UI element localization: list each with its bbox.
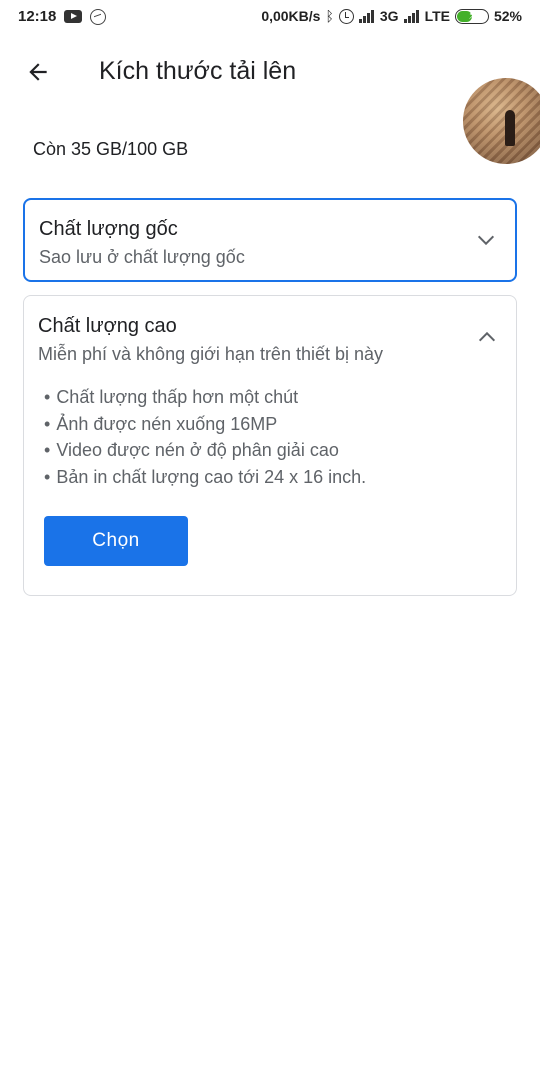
battery-percent: 52% (493, 8, 522, 24)
option-original-quality[interactable]: Chất lượng gốc Sao lưu ở chất lượng gốc (23, 198, 517, 282)
back-button[interactable] (20, 54, 56, 90)
alarm-icon (338, 8, 354, 24)
chevron-down-icon[interactable] (475, 229, 497, 251)
network-lte: LTE (424, 8, 450, 24)
avatar[interactable] (463, 78, 540, 164)
page-title: Kích thước tải lên (99, 57, 297, 85)
feature-item: Ảnh được nén xuống 16MP (44, 411, 366, 438)
option-subtitle: Sao lưu ở chất lượng gốc (39, 247, 245, 267)
charging-icon: ⚡ (467, 8, 477, 22)
youtube-icon (64, 10, 83, 23)
option-high-quality[interactable]: Chất lượng cao Miễn phí và không giới hạ… (23, 295, 517, 596)
arrow-back-icon (29, 63, 47, 81)
status-bar: 12:18 0,00KB/s ᛒ 3G LTE ⚡ 52% (0, 0, 540, 34)
option-title: Chất lượng gốc (39, 218, 178, 240)
network-3g: 3G (379, 8, 399, 24)
feature-item: Chất lượng thấp hơn một chút (44, 384, 366, 411)
signal-icon (358, 9, 375, 23)
select-button[interactable]: Chọn (44, 516, 188, 566)
bluetooth-icon: ᛒ (325, 8, 334, 24)
option-title: Chất lượng cao (38, 315, 177, 337)
storage-remaining: Còn 35 GB/100 GB (33, 139, 189, 159)
status-left: 12:18 (18, 8, 107, 25)
network-speed: 0,00KB/s (261, 8, 321, 24)
status-time: 12:18 (18, 8, 57, 25)
chevron-up-icon[interactable] (476, 326, 498, 348)
signal-icon (403, 9, 420, 23)
battery-icon: ⚡ (454, 8, 489, 24)
status-right: 0,00KB/s ᛒ 3G LTE ⚡ 52% (261, 8, 522, 24)
option-subtitle: Miễn phí và không giới hạn trên thiết bị… (38, 344, 384, 364)
feature-list: Chất lượng thấp hơn một chút Ảnh được né… (44, 384, 366, 490)
messenger-icon (90, 8, 107, 25)
feature-item: Video được nén ở độ phân giải cao (44, 437, 366, 464)
feature-item: Bản in chất lượng cao tới 24 x 16 inch. (44, 464, 366, 491)
